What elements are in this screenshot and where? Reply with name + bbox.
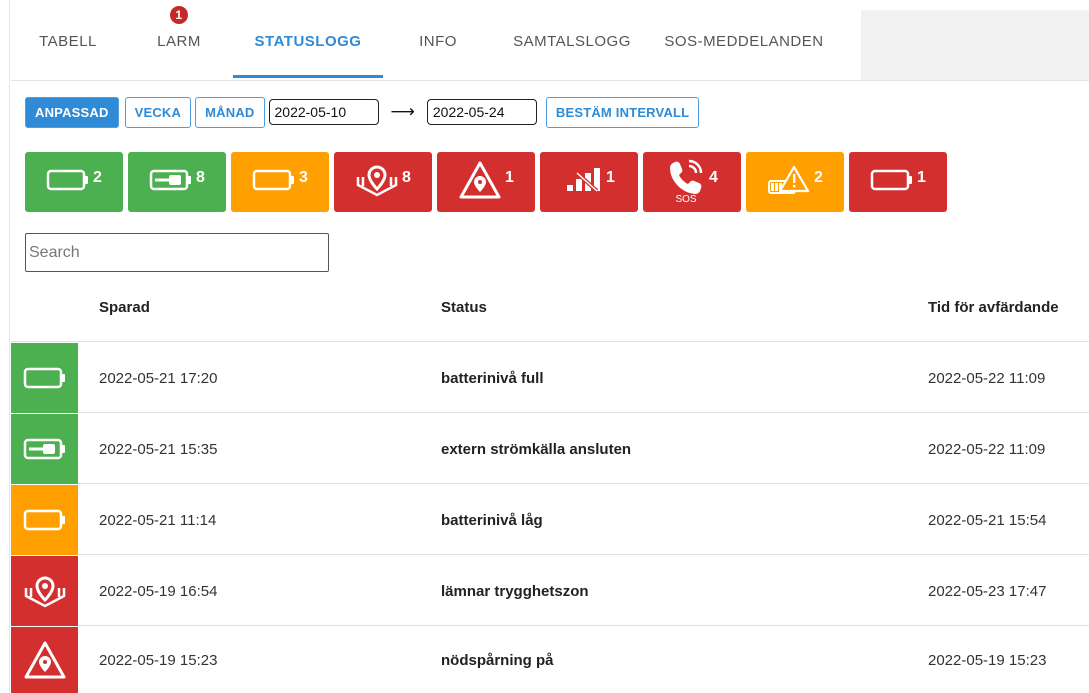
status-filter-tiles: 2 8 3 8 1 1 SOS 4 2 1 bbox=[25, 152, 947, 212]
tab-bar: TABELL 1 LARM STATUSLOGG INFO SAMTALSLOG… bbox=[11, 0, 861, 80]
search-input[interactable] bbox=[25, 233, 329, 272]
battery-empty-icon bbox=[870, 168, 914, 197]
battery-charging-icon bbox=[23, 437, 67, 466]
tab-tabell[interactable]: TABELL bbox=[11, 0, 125, 80]
battery-warning-icon bbox=[767, 163, 811, 202]
tab-label: TABELL bbox=[39, 32, 97, 50]
column-header-saved[interactable]: Sparad bbox=[99, 272, 150, 342]
row-status-icon-cell bbox=[11, 343, 78, 413]
battery-charging-icon bbox=[149, 168, 193, 197]
tab-label: SOS-MEDDELANDEN bbox=[664, 32, 824, 50]
table-row[interactable]: 2022-05-19 16:54 lämnar trygghetszon 202… bbox=[11, 556, 1089, 626]
tab-divider bbox=[11, 80, 1089, 81]
tile-count: 4 bbox=[709, 169, 718, 186]
tile-battery-charging[interactable]: 8 bbox=[128, 152, 226, 212]
to-date-input[interactable] bbox=[426, 99, 537, 125]
tab-label: INFO bbox=[419, 32, 457, 50]
row-saved-time: 2022-05-21 11:14 bbox=[99, 511, 217, 529]
table-row[interactable]: 2022-05-19 15:23 nödspårning på 2022-05-… bbox=[11, 627, 1089, 693]
tile-count: 8 bbox=[402, 169, 411, 186]
row-saved-time: 2022-05-21 15:35 bbox=[99, 440, 218, 458]
range-arrow-icon: ⟶ bbox=[390, 102, 415, 121]
row-saved-time: 2022-05-21 17:20 bbox=[99, 369, 218, 387]
tile-battery-warning[interactable]: 2 bbox=[746, 152, 844, 212]
row-status-icon-cell bbox=[11, 556, 78, 626]
geofence-exit-icon bbox=[23, 574, 67, 613]
tab-label: SAMTALSLOGG bbox=[513, 32, 631, 50]
tile-sos-call[interactable]: SOS 4 bbox=[643, 152, 741, 212]
table-row[interactable]: 2022-05-21 15:35 extern strömkälla anslu… bbox=[11, 414, 1089, 484]
row-status-icon-cell bbox=[11, 414, 78, 484]
row-status-text: nödspårning på bbox=[441, 651, 554, 669]
tab-info[interactable]: INFO bbox=[383, 0, 493, 80]
set-interval-button[interactable]: BESTÄM INTERVALL bbox=[545, 96, 700, 128]
row-status-text: batterinivå full bbox=[441, 369, 544, 387]
table-row[interactable]: 2022-05-21 17:20 batterinivå full 2022-0… bbox=[11, 343, 1089, 413]
tile-count: 1 bbox=[917, 169, 926, 186]
row-dismissed-time: 2022-05-22 11:09 bbox=[928, 440, 1046, 458]
tile-geofence-exit[interactable]: 8 bbox=[334, 152, 432, 212]
row-dismissed-time: 2022-05-22 11:09 bbox=[928, 369, 1046, 387]
tile-signal-lost[interactable]: 1 bbox=[540, 152, 638, 212]
tab-samtalslogg[interactable]: SAMTALSLOGG bbox=[493, 0, 651, 80]
row-dismissed-time: 2022-05-23 17:47 bbox=[928, 582, 1047, 600]
row-status-text: lämnar trygghetszon bbox=[441, 582, 589, 600]
tab-bar-filler bbox=[861, 10, 1089, 80]
tile-battery-empty[interactable]: 1 bbox=[849, 152, 947, 212]
column-header-status[interactable]: Status bbox=[441, 272, 487, 342]
table-row[interactable]: 2022-05-21 11:14 batterinivå låg 2022-05… bbox=[11, 485, 1089, 555]
tab-label: LARM bbox=[157, 32, 201, 50]
tab-sos-meddelanden[interactable]: SOS-MEDDELANDEN bbox=[651, 0, 837, 80]
row-saved-time: 2022-05-19 15:23 bbox=[99, 651, 218, 669]
row-status-icon-cell bbox=[11, 485, 78, 555]
row-dismissed-time: 2022-05-19 15:23 bbox=[928, 651, 1047, 669]
custom-range-button[interactable]: ANPASSAD bbox=[25, 96, 119, 128]
battery-full-icon bbox=[23, 366, 67, 395]
tile-count: 2 bbox=[814, 169, 823, 186]
row-status-text: batterinivå låg bbox=[441, 511, 543, 529]
row-saved-time: 2022-05-19 16:54 bbox=[99, 582, 218, 600]
tile-count: 8 bbox=[196, 169, 205, 186]
geofence-exit-icon bbox=[355, 163, 399, 202]
tile-count: 1 bbox=[505, 169, 514, 186]
tab-label: STATUSLOGG bbox=[254, 32, 362, 50]
sos-call-icon: SOS bbox=[666, 157, 706, 208]
battery-full-icon bbox=[46, 168, 90, 197]
battery-low-icon bbox=[23, 508, 67, 537]
from-date-input[interactable] bbox=[268, 99, 379, 125]
tile-count: 3 bbox=[299, 169, 308, 186]
left-edge bbox=[0, 0, 10, 693]
tile-battery-full[interactable]: 2 bbox=[25, 152, 123, 212]
tab-larm[interactable]: 1 LARM bbox=[125, 0, 233, 80]
tab-statuslogg[interactable]: STATUSLOGG bbox=[233, 0, 383, 80]
week-button[interactable]: VECKA bbox=[124, 96, 192, 128]
tile-emergency-tracking[interactable]: 1 bbox=[437, 152, 535, 212]
alarm-count-badge: 1 bbox=[170, 6, 188, 24]
row-dismissed-time: 2022-05-21 15:54 bbox=[928, 511, 1047, 529]
sos-label: SOS bbox=[675, 194, 696, 203]
tile-count: 1 bbox=[606, 169, 615, 186]
tile-count: 2 bbox=[93, 169, 102, 186]
row-status-text: extern strömkälla ansluten bbox=[441, 440, 632, 458]
table-header: Sparad Status Tid för avfärdande bbox=[11, 272, 1089, 342]
emergency-tracking-icon bbox=[458, 160, 502, 205]
signal-lost-icon bbox=[563, 167, 603, 198]
month-button[interactable]: MÅNAD bbox=[195, 96, 265, 128]
battery-low-icon bbox=[252, 168, 296, 197]
row-status-icon-cell bbox=[11, 627, 78, 693]
tile-battery-low[interactable]: 3 bbox=[231, 152, 329, 212]
column-header-dismissed[interactable]: Tid för avfärdande bbox=[928, 272, 1059, 342]
date-range-toolbar: ANPASSAD VECKA MÅNAD ⟶ BESTÄM INTERVALL bbox=[25, 96, 700, 128]
emergency-tracking-icon bbox=[23, 640, 67, 685]
